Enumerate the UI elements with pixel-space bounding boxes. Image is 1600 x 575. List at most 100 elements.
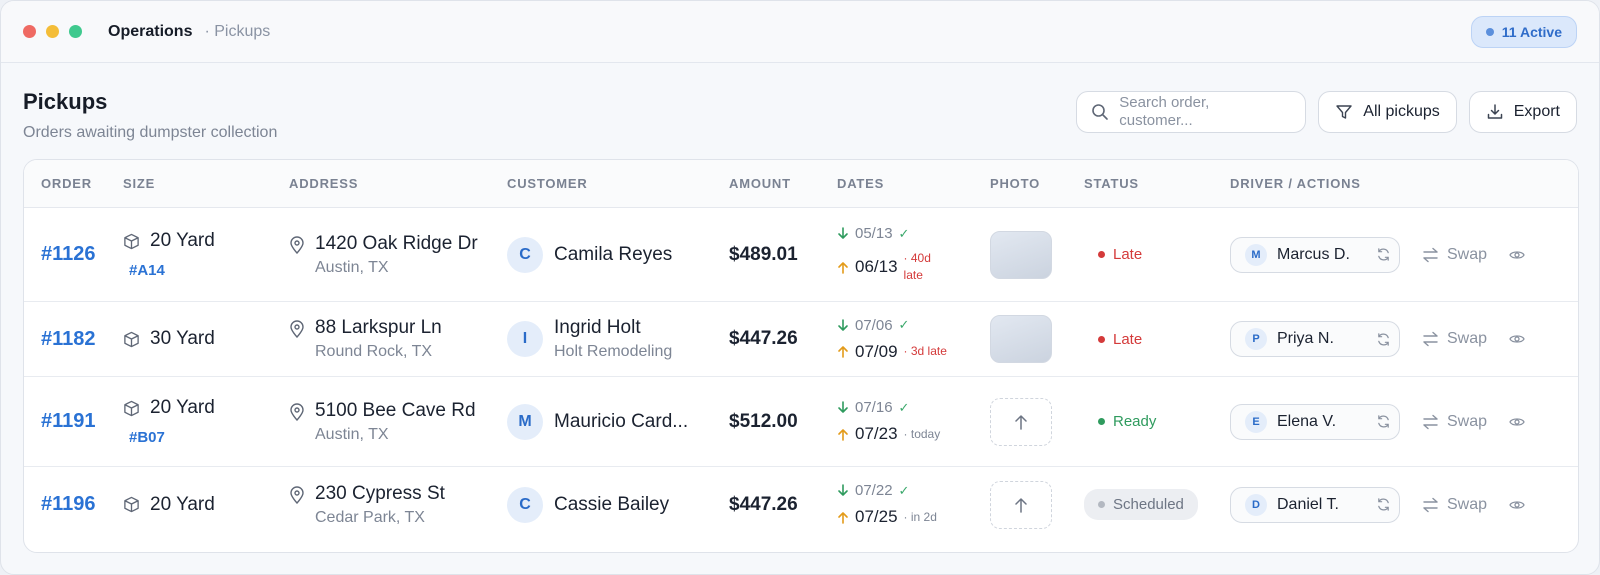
breadcrumb-page: · Pickups xyxy=(204,22,271,40)
view-eye-icon[interactable] xyxy=(1509,333,1525,345)
driver-select[interactable]: P Priya N. xyxy=(1230,321,1400,357)
refresh-icon[interactable] xyxy=(1376,332,1391,347)
dropoff-date: 05/13 xyxy=(855,225,893,242)
app-window: Operations · Pickups 11 Active Pickups O… xyxy=(0,0,1600,575)
map-pin-icon xyxy=(289,235,305,254)
order-link[interactable]: #1182 xyxy=(41,328,96,351)
order-amount: $489.01 xyxy=(729,243,798,265)
swap-button[interactable]: Swap xyxy=(1422,330,1487,348)
dropoff-date: 07/22 xyxy=(855,482,893,499)
map-pin-icon xyxy=(289,402,305,421)
close-window-button[interactable] xyxy=(23,25,36,38)
table-row[interactable]: #1196 20 Yard 230 Cypress St Cedar Park,… xyxy=(24,467,1578,542)
customer-company: Holt Remodeling xyxy=(554,343,673,360)
upload-photo-button[interactable] xyxy=(990,397,1052,446)
swap-button[interactable]: Swap xyxy=(1422,413,1487,431)
view-eye-icon[interactable] xyxy=(1509,499,1525,511)
refresh-icon[interactable] xyxy=(1376,414,1391,429)
column-header-size[interactable]: SIZE xyxy=(123,176,155,191)
search-icon xyxy=(1091,103,1109,121)
search-input[interactable]: Search order, customer... xyxy=(1076,91,1307,133)
active-count-label: 11 Active xyxy=(1501,23,1562,40)
customer-name[interactable]: Cassie Bailey xyxy=(554,494,669,516)
table-row[interactable]: #1191 20 Yard #B07 5100 Bee Cave Rd Aust… xyxy=(24,377,1578,467)
view-eye-icon[interactable] xyxy=(1509,249,1525,261)
swap-arrows-icon xyxy=(1422,414,1439,430)
box-icon xyxy=(123,400,140,417)
order-link[interactable]: #1191 xyxy=(41,410,96,433)
driver-name: Marcus D. xyxy=(1277,245,1350,263)
driver-name: Daniel T. xyxy=(1277,495,1339,513)
page-title: Pickups xyxy=(23,89,108,114)
driver-avatar: D xyxy=(1245,493,1267,516)
container-tag-link[interactable]: #A14 xyxy=(129,262,215,279)
order-amount: $512.00 xyxy=(729,410,798,432)
customer-avatar: I xyxy=(507,321,543,357)
photo-thumbnail[interactable] xyxy=(990,315,1052,363)
address-street: 88 Larkspur Ln xyxy=(315,317,442,338)
customer-name[interactable]: Mauricio Card... xyxy=(554,411,688,433)
page-subtitle: Orders awaiting dumpster collection xyxy=(23,124,278,141)
export-button[interactable]: Export xyxy=(1468,91,1577,133)
customer-name[interactable]: Camila Reyes xyxy=(554,244,672,266)
swap-label: Swap xyxy=(1447,330,1488,347)
map-pin-icon xyxy=(289,320,305,338)
order-link[interactable]: #1196 xyxy=(41,493,96,516)
arrow-down-icon xyxy=(837,227,849,240)
swap-label: Swap xyxy=(1447,495,1488,513)
date-late-note: · 40d late xyxy=(903,251,931,282)
column-header-status[interactable]: STATUS xyxy=(1084,176,1139,191)
breadcrumb-section[interactable]: Operations xyxy=(108,23,192,41)
customer-name[interactable]: Ingrid Holt xyxy=(554,317,672,339)
driver-select[interactable]: D Daniel T. xyxy=(1230,486,1400,523)
order-link[interactable]: #1126 xyxy=(41,243,96,266)
arrow-up-icon xyxy=(837,261,849,274)
swap-arrows-icon xyxy=(1422,331,1439,347)
dropoff-date: 07/16 xyxy=(855,399,893,416)
maximize-window-button[interactable] xyxy=(69,25,82,38)
box-icon xyxy=(123,233,140,250)
date-late-note: · 3d late xyxy=(903,344,947,358)
pickup-date: 07/09 xyxy=(855,341,898,361)
minimize-window-button[interactable] xyxy=(46,25,59,38)
box-icon xyxy=(123,331,140,348)
pickup-date: 07/23 xyxy=(855,424,898,443)
swap-button[interactable]: Swap xyxy=(1422,246,1487,264)
view-eye-icon[interactable] xyxy=(1509,416,1525,428)
size-label: 20 Yard xyxy=(150,230,215,251)
driver-select[interactable]: E Elena V. xyxy=(1230,403,1400,440)
filter-label: All pickups xyxy=(1363,103,1440,120)
container-tag-link[interactable]: #B07 xyxy=(129,429,215,446)
swap-label: Swap xyxy=(1447,245,1488,263)
table-row[interactable]: #1126 20 Yard #A14 1420 Oak Ridge Dr Aus… xyxy=(24,208,1578,302)
status-badge: Late xyxy=(1084,324,1156,355)
address-street: 230 Cypress St xyxy=(315,482,445,504)
column-header-address[interactable]: ADDRESS xyxy=(289,176,358,191)
column-header-customer[interactable]: CUSTOMER xyxy=(507,176,588,191)
column-header-order[interactable]: ORDER xyxy=(41,176,92,191)
date-note: · in 2d xyxy=(903,510,937,524)
size-label: 20 Yard xyxy=(150,397,215,418)
column-header-amount[interactable]: AMOUNT xyxy=(729,176,791,191)
table-row[interactable]: #1182 30 Yard 88 Larkspur Ln Round Rock,… xyxy=(24,302,1578,377)
column-header-dates[interactable]: DATES xyxy=(837,176,884,191)
driver-select[interactable]: M Marcus D. xyxy=(1230,236,1400,273)
column-header-driver-actions: DRIVER / ACTIONS xyxy=(1230,176,1361,191)
page-header: Pickups Orders awaiting dumpster collect… xyxy=(1,63,1599,161)
driver-avatar: P xyxy=(1245,328,1267,350)
refresh-icon[interactable] xyxy=(1376,247,1391,262)
status-badge: Late xyxy=(1084,239,1156,270)
swap-button[interactable]: Swap xyxy=(1422,496,1487,514)
date-note: · today xyxy=(903,427,941,441)
photo-thumbnail[interactable] xyxy=(990,230,1052,279)
check-icon: ✓ xyxy=(898,225,910,241)
swap-arrows-icon xyxy=(1422,247,1439,263)
arrow-down-icon xyxy=(837,318,849,332)
refresh-icon[interactable] xyxy=(1376,497,1391,512)
driver-name: Priya N. xyxy=(1277,330,1334,347)
upload-photo-button[interactable] xyxy=(990,480,1052,529)
order-amount: $447.26 xyxy=(729,328,798,349)
check-icon: ✓ xyxy=(898,482,910,498)
filter-button[interactable]: All pickups xyxy=(1318,91,1457,133)
dropoff-date: 07/06 xyxy=(855,316,893,334)
